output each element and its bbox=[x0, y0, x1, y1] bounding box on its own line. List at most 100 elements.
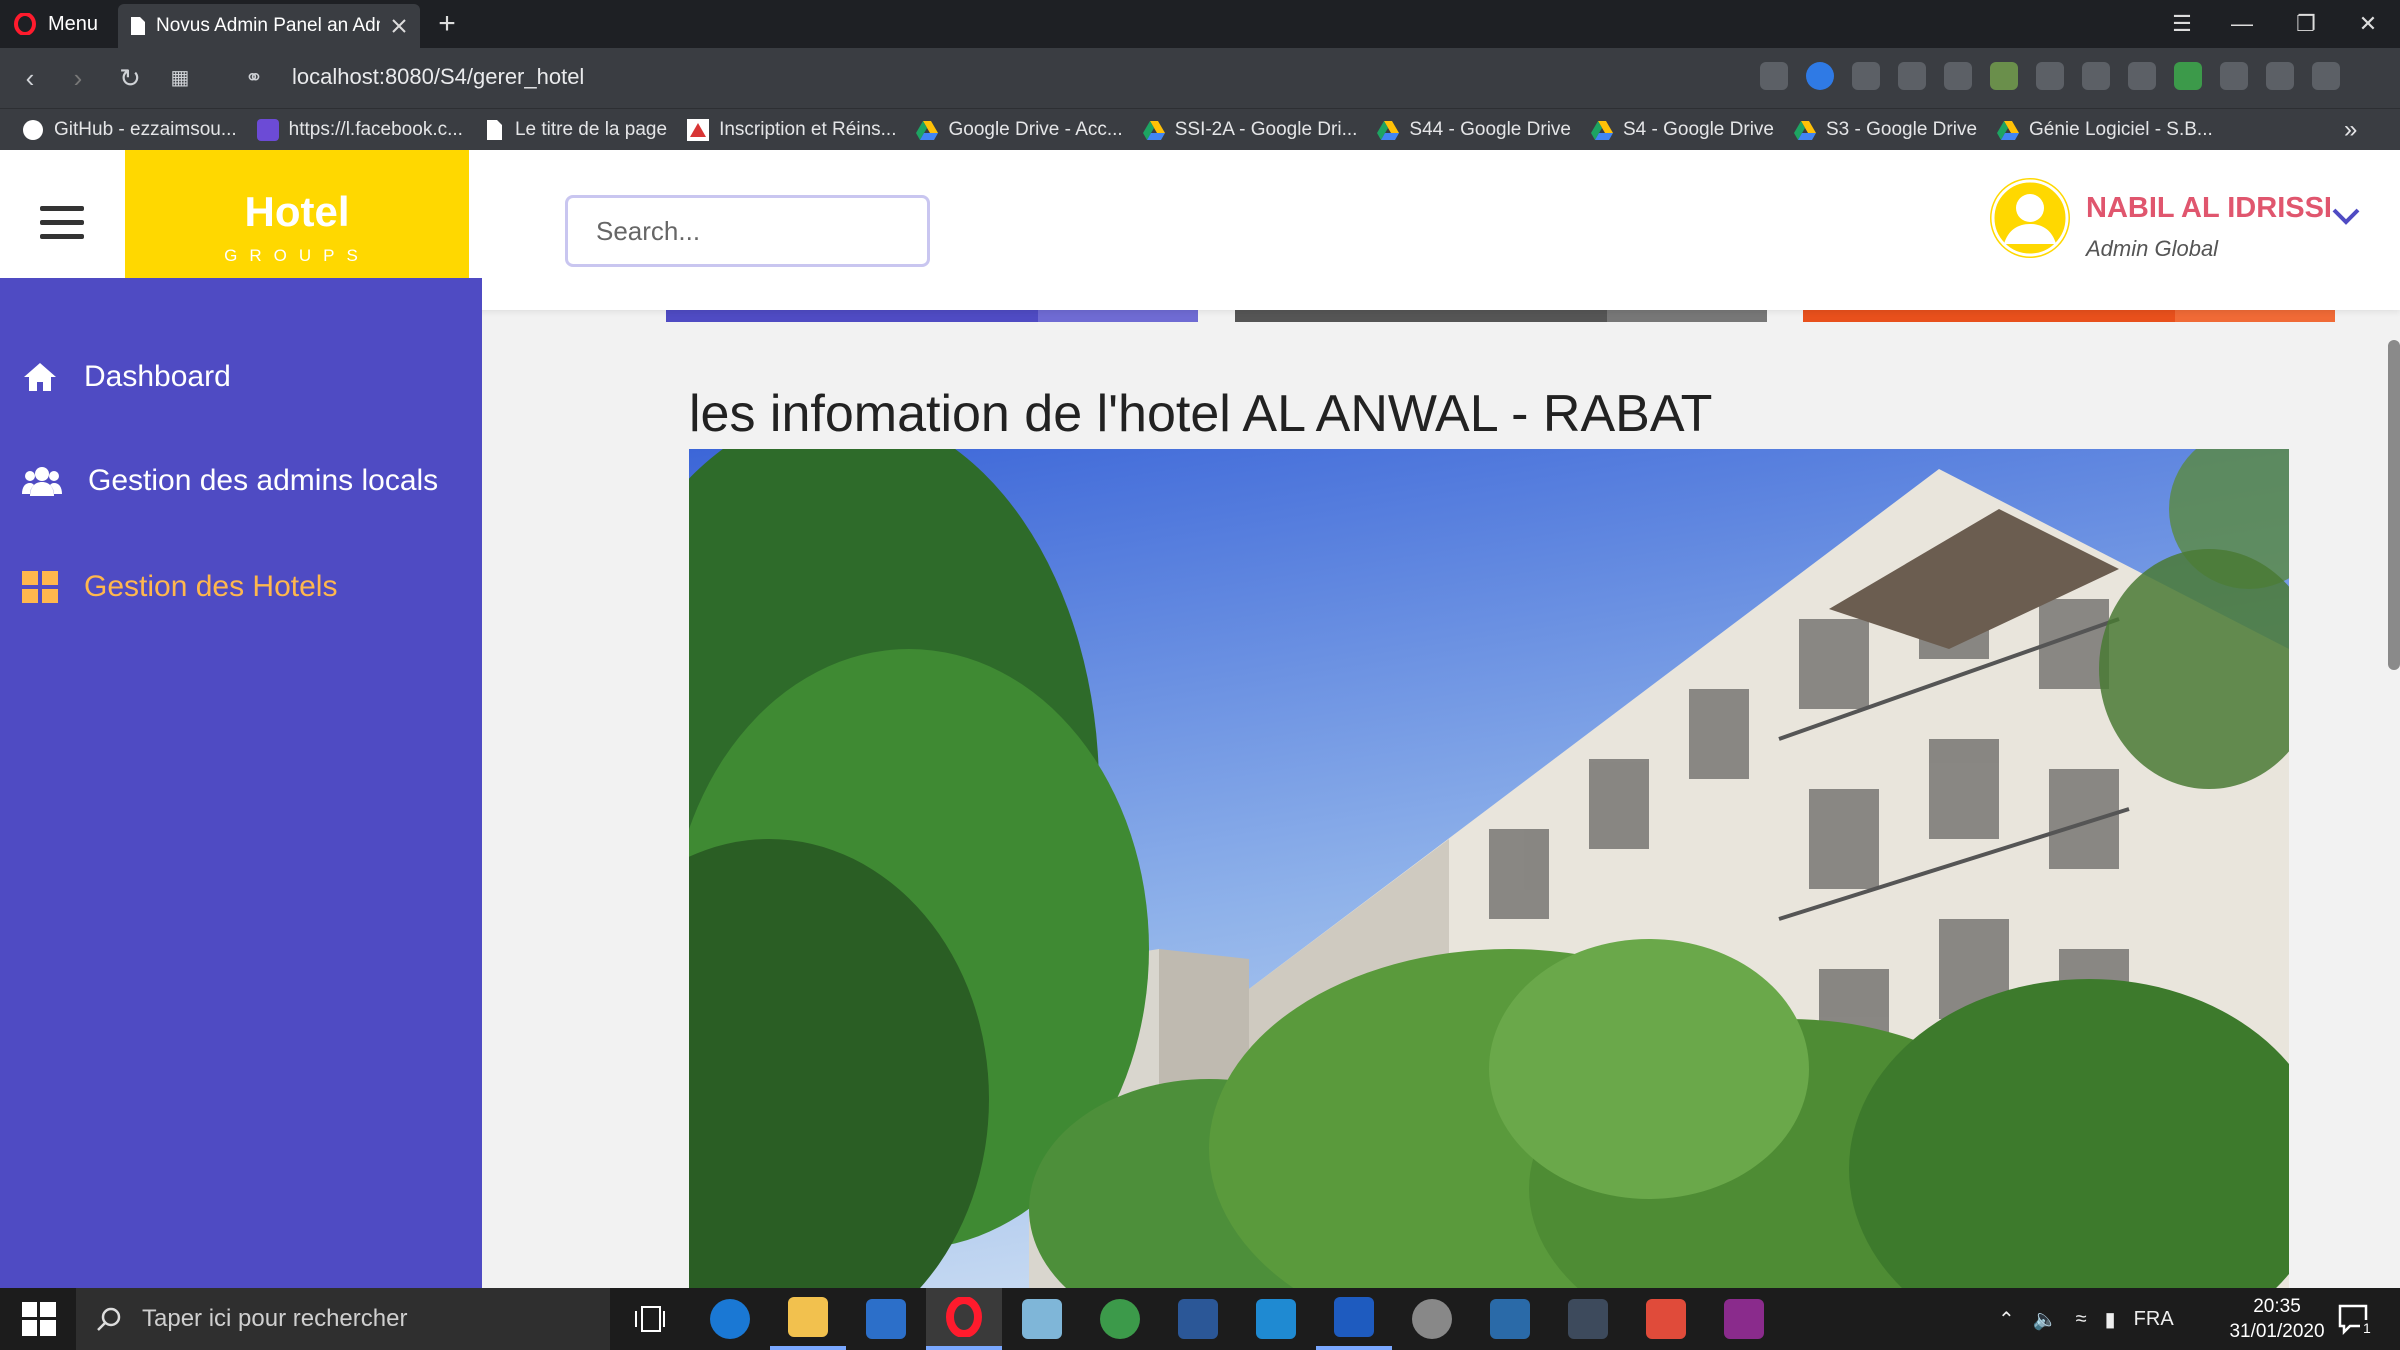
sidebar-item-label: Gestion des Hotels bbox=[84, 570, 338, 603]
settings-gear-icon[interactable] bbox=[1394, 1288, 1470, 1350]
camera-icon[interactable] bbox=[1760, 62, 1788, 90]
bookmark-item[interactable]: Le titre de la page bbox=[483, 119, 667, 141]
windows-start-icon[interactable] bbox=[22, 1302, 56, 1336]
heart-icon[interactable] bbox=[1898, 62, 1926, 90]
send-icon[interactable] bbox=[1852, 62, 1880, 90]
extension-cube-icon[interactable] bbox=[1990, 62, 2018, 90]
forward-button[interactable]: › bbox=[62, 62, 94, 94]
tab-title: Novus Admin Panel an Adm bbox=[156, 15, 380, 36]
user-role: Admin Global bbox=[2086, 236, 2219, 261]
sidebar-item-admins[interactable]: Gestion des admins locals bbox=[22, 464, 438, 498]
search-input[interactable] bbox=[565, 195, 930, 267]
wifi-icon[interactable]: ≈ bbox=[2076, 1308, 2087, 1331]
close-tab-icon[interactable] bbox=[390, 17, 408, 35]
chevron-up-icon[interactable]: ⌃ bbox=[1998, 1307, 2015, 1332]
chrome-icon[interactable] bbox=[1082, 1288, 1158, 1350]
new-tab-button[interactable]: + bbox=[430, 8, 464, 42]
clock-time: 20:35 bbox=[2253, 1296, 2301, 1317]
chevron-down-icon[interactable] bbox=[2330, 204, 2362, 228]
adblock-icon[interactable] bbox=[1944, 62, 1972, 90]
downloads-icon[interactable] bbox=[2266, 62, 2294, 90]
bookmark-item[interactable]: https://l.facebook.c... bbox=[256, 118, 463, 141]
file-explorer-icon[interactable] bbox=[770, 1288, 846, 1350]
download-icon[interactable] bbox=[2128, 62, 2156, 90]
app-icon[interactable] bbox=[1472, 1288, 1548, 1350]
bookmark-item[interactable]: Inscription et Réins... bbox=[687, 118, 897, 141]
sidebar-item-label: Gestion des admins locals bbox=[88, 464, 439, 497]
close-window-button[interactable]: ✕ bbox=[2348, 8, 2388, 40]
stat-card-progress bbox=[1803, 310, 2335, 322]
language-indicator[interactable]: FRA bbox=[2134, 1308, 2174, 1331]
user-name[interactable]: NABIL AL IDRISSI bbox=[2086, 192, 2332, 225]
bookmark-label: GitHub - ezzaimsou... bbox=[54, 118, 237, 140]
page-scrollbar[interactable] bbox=[2388, 340, 2400, 670]
bookmark-item[interactable]: Google Drive - Acc... bbox=[916, 119, 1123, 141]
easy-setup-icon[interactable] bbox=[2312, 62, 2340, 90]
users-icon bbox=[22, 467, 62, 496]
battery-icon[interactable]: ▮ bbox=[2105, 1307, 2116, 1332]
google-drive-icon bbox=[1590, 120, 1613, 140]
tab-menu-icon[interactable]: ☰ bbox=[2162, 8, 2202, 40]
vscode-icon[interactable] bbox=[1238, 1288, 1314, 1350]
bookmark-item[interactable]: SSI-2A - Google Dri... bbox=[1142, 119, 1357, 141]
minimize-button[interactable]: — bbox=[2222, 8, 2262, 40]
opera-taskbar-icon[interactable] bbox=[926, 1288, 1002, 1350]
bookmark-label: Le titre de la page bbox=[514, 118, 668, 140]
browser-tab-bar: Menu Novus Admin Panel an Adm + ☰ — ❐ ✕ bbox=[0, 0, 2400, 48]
hamburger-menu-icon[interactable] bbox=[40, 206, 84, 246]
url-field[interactable]: localhost:8080/S4/gerer_hotel bbox=[292, 64, 584, 90]
facebook-icon bbox=[256, 118, 279, 141]
opera-menu-button[interactable]: Menu bbox=[0, 0, 116, 48]
edge-icon[interactable] bbox=[692, 1288, 768, 1350]
opera-logo-icon bbox=[14, 13, 36, 35]
bookmark-item[interactable]: S44 - Google Drive bbox=[1377, 119, 1571, 141]
shield-check-icon[interactable] bbox=[1806, 62, 1834, 90]
taskbar-search-placeholder: Taper ici pour rechercher bbox=[142, 1305, 408, 1332]
globe-icon: ⚭ bbox=[244, 65, 264, 90]
reload-icon[interactable]: ↻ bbox=[114, 62, 146, 94]
sidebar-item-hotels[interactable]: Gestion des Hotels bbox=[22, 570, 337, 604]
extension-chrome-icon[interactable] bbox=[2174, 62, 2202, 90]
download-arrow-icon[interactable] bbox=[2036, 62, 2064, 90]
bookmarks-overflow-icon[interactable]: » bbox=[2344, 116, 2357, 144]
mysql-icon[interactable] bbox=[1550, 1288, 1626, 1350]
user-avatar-icon[interactable] bbox=[1990, 178, 2070, 258]
bookmark-item[interactable]: Génie Logiciel - S.B... bbox=[1997, 119, 2213, 141]
back-button[interactable]: ‹ bbox=[14, 62, 46, 94]
hotel-photo bbox=[689, 449, 2289, 1288]
store-icon[interactable] bbox=[848, 1288, 924, 1350]
inscription-icon bbox=[687, 118, 710, 141]
bookmark-label: S44 - Google Drive bbox=[1409, 118, 1571, 140]
sidebar-item-dashboard[interactable]: Dashboard bbox=[22, 360, 231, 394]
browser-tab-active[interactable]: Novus Admin Panel an Adm bbox=[118, 4, 420, 48]
hotel-logo[interactable]: Hotel GROUPS bbox=[125, 150, 469, 278]
bookmark-label: S4 - Google Drive bbox=[1622, 118, 1774, 140]
google-drive-icon bbox=[1997, 120, 2020, 140]
clock[interactable]: 20:35 31/01/2020 bbox=[2222, 1294, 2332, 1344]
taskbar-search-input[interactable]: Taper ici pour rechercher bbox=[76, 1288, 610, 1350]
github-icon bbox=[23, 119, 43, 140]
home-icon bbox=[24, 363, 56, 391]
stat-card-progress bbox=[1235, 310, 1767, 322]
app-icon[interactable] bbox=[1628, 1288, 1704, 1350]
notification-center-icon[interactable]: 1 bbox=[2334, 1300, 2378, 1340]
grid-icon bbox=[22, 571, 58, 603]
app-icon[interactable] bbox=[1316, 1288, 1392, 1350]
google-drive-icon bbox=[1794, 120, 1816, 140]
bookmark-item[interactable]: S4 - Google Drive bbox=[1590, 118, 1774, 141]
winrar-icon[interactable] bbox=[1706, 1288, 1782, 1350]
volume-icon[interactable]: 🔈 bbox=[2033, 1307, 2058, 1332]
speed-dial-icon[interactable]: ▦ bbox=[164, 62, 196, 94]
sidebar: Dashboard Gestion des admins locals Gest… bbox=[0, 278, 482, 1288]
extension-k-icon[interactable] bbox=[2082, 62, 2110, 90]
snapshot-icon[interactable] bbox=[2220, 62, 2248, 90]
word-icon[interactable] bbox=[1160, 1288, 1236, 1350]
page-icon bbox=[486, 119, 502, 140]
restore-button[interactable]: ❐ bbox=[2286, 8, 2326, 40]
bookmark-item[interactable]: S3 - Google Drive bbox=[1794, 119, 1977, 141]
web-page: Hotel GROUPS NABIL AL IDRISSI Admin Glob… bbox=[0, 150, 2400, 1288]
bookmark-item[interactable]: GitHub - ezzaimsou... bbox=[22, 119, 237, 141]
bookmark-label: Inscription et Réins... bbox=[719, 118, 897, 140]
app-icon[interactable] bbox=[1004, 1288, 1080, 1350]
task-view-icon[interactable] bbox=[612, 1288, 688, 1350]
